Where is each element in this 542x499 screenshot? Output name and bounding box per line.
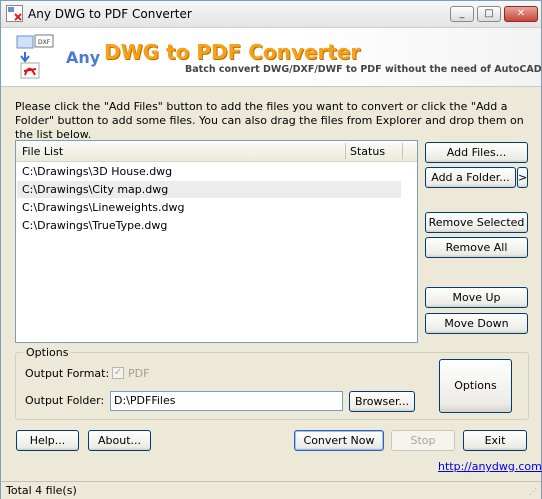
list-item[interactable]: C:\Drawings\3D House.dwg xyxy=(17,163,401,180)
options-group-label: Options xyxy=(23,346,72,359)
header-banner: DXF Any DWG to PDF Converter Batch conve… xyxy=(1,28,542,87)
check-icon: ✓ xyxy=(113,367,123,378)
status-text: Total 4 file(s) xyxy=(6,484,77,497)
add-files-button[interactable]: Add Files... xyxy=(425,142,528,163)
help-button[interactable]: Help... xyxy=(16,430,79,451)
banner-any: Any xyxy=(66,48,101,67)
maximize-button[interactable]: □ xyxy=(477,6,501,22)
stop-button[interactable]: Stop xyxy=(391,430,455,451)
move-down-button[interactable]: Move Down xyxy=(425,313,528,334)
list-item[interactable]: C:\Drawings\City map.dwg xyxy=(17,181,401,198)
remove-all-button[interactable]: Remove All xyxy=(425,237,528,258)
resize-grip-icon[interactable]: ⋰ xyxy=(529,487,539,497)
pdf-checkbox-label: PDF xyxy=(128,367,150,380)
remove-selected-button[interactable]: Remove Selected xyxy=(425,212,528,233)
minimize-button[interactable]: _ xyxy=(450,6,474,22)
list-item[interactable]: C:\Drawings\TrueType.dwg xyxy=(17,217,401,234)
close-button[interactable]: ✕ xyxy=(504,6,538,22)
app-window: Any DWG to PDF Converter _ □ ✕ DXF Any D… xyxy=(0,0,542,499)
svg-text:DXF: DXF xyxy=(38,39,51,46)
file-list-header: File List Status xyxy=(16,141,417,162)
output-format-label: Output Format: xyxy=(25,367,110,380)
status-bar: Total 4 file(s) ⋰ xyxy=(1,481,541,499)
file-list[interactable]: File List Status C:\Drawings\3D House.dw… xyxy=(15,140,418,343)
column-status[interactable]: Status xyxy=(350,145,385,158)
options-button[interactable]: Options xyxy=(439,359,512,413)
minimize-icon: _ xyxy=(459,8,465,19)
convert-now-button[interactable]: Convert Now xyxy=(294,430,384,451)
website-link[interactable]: http://anydwg.com xyxy=(438,460,542,473)
dwg-pdf-logo-icon: DXF xyxy=(16,34,54,79)
app-icon xyxy=(6,5,23,22)
maximize-icon: □ xyxy=(484,8,494,19)
browse-button[interactable]: Browser... xyxy=(349,391,415,412)
move-up-button[interactable]: Move Up xyxy=(425,287,528,308)
about-button[interactable]: About... xyxy=(88,430,151,451)
add-folder-menu-arrow[interactable]: > xyxy=(517,167,528,188)
exit-button[interactable]: Exit xyxy=(463,430,527,451)
column-file-list[interactable]: File List xyxy=(22,145,63,158)
close-icon: ✕ xyxy=(516,8,526,19)
banner-subtitle: Batch convert DWG/DXF/DWF to PDF without… xyxy=(185,64,542,75)
instructions-text: Please click the "Add Files" button to a… xyxy=(15,100,524,141)
list-item[interactable]: C:\Drawings\Lineweights.dwg xyxy=(17,199,401,216)
window-title: Any DWG to PDF Converter xyxy=(28,7,192,21)
output-folder-label: Output Folder: xyxy=(25,394,105,407)
output-folder-field[interactable]: D:\PDFFiles xyxy=(110,391,343,411)
add-folder-button[interactable]: Add a Folder... xyxy=(425,167,516,188)
pdf-checkbox[interactable]: ✓ xyxy=(112,367,124,379)
banner-title: DWG to PDF Converter xyxy=(104,40,361,64)
title-bar[interactable]: Any DWG to PDF Converter _ □ ✕ xyxy=(1,1,541,28)
